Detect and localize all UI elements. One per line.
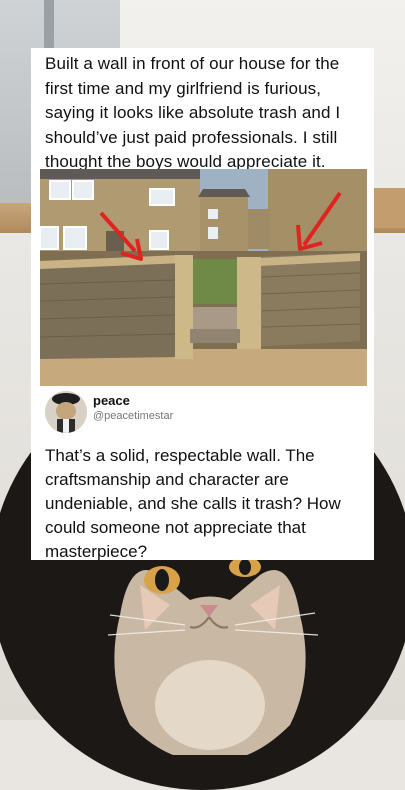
red-arrow-icon <box>296 191 342 251</box>
post-text: Built a wall in front of our house for t… <box>45 54 341 171</box>
reply-handle[interactable]: @peacetimestar <box>93 410 173 422</box>
avatar-image <box>45 391 87 433</box>
avatar[interactable] <box>45 391 87 433</box>
post-card: Built a wall in front of our house for t… <box>31 48 374 561</box>
red-arrow-icon <box>99 211 143 261</box>
reply-username[interactable]: peace <box>93 393 130 408</box>
reply-text: That’s a solid, respectable wall. The cr… <box>45 446 341 561</box>
cat-image <box>107 557 319 755</box>
wall-photo[interactable] <box>40 169 367 386</box>
